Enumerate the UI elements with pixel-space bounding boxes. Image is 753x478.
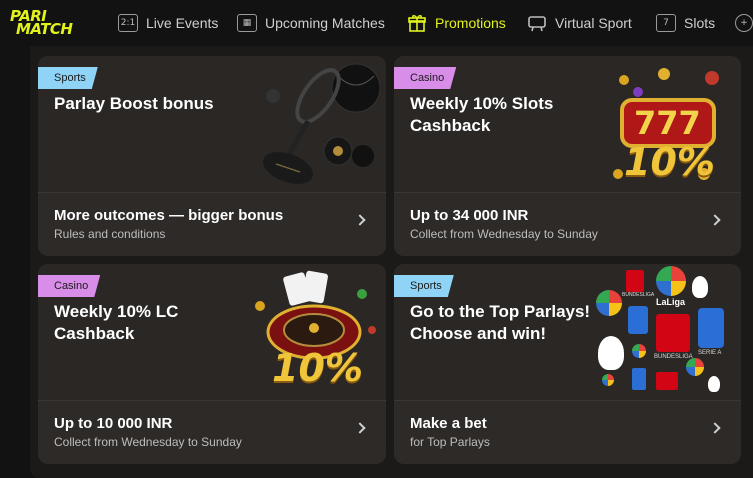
top-navigation: PARI MATCH 2:1 Live Events ▦ Upcoming Ma… <box>0 0 753 46</box>
cashback-10-percent-text: 10% <box>624 140 715 184</box>
laliga-logo-icon <box>632 344 646 358</box>
promo-footer-sub[interactable]: Collect from Wednesday to Sunday <box>54 435 242 449</box>
promo-card-lc-cashback[interactable]: Casino Weekly 10% LC Cashback 10% Up to … <box>38 264 386 464</box>
promo-tag: Casino <box>38 275 100 297</box>
promo-footer-main: Up to 34 000 INR <box>410 207 529 224</box>
promo-card-slots-cashback[interactable]: Casino Weekly 10% Slots Cashback 777 10%… <box>394 56 741 256</box>
nav-item-promotions[interactable]: Promotions <box>407 12 506 34</box>
league-label: BUNDESLIGA <box>622 292 655 298</box>
chevron-right-icon[interactable] <box>354 422 366 434</box>
nav-item-more[interactable]: + <box>735 12 753 34</box>
promo-footer-main: Up to 10 000 INR <box>54 415 173 432</box>
premier-league-logo-icon <box>692 276 708 298</box>
nav-item-label: Virtual Sport <box>555 15 632 31</box>
premier-league-logo-icon <box>598 336 624 370</box>
league-logos-illustration: BUNDESLIGA LaLiga BUNDESLIGA SERIE A <box>592 264 737 400</box>
promo-tag: Sports <box>394 275 454 297</box>
promo-footer-sub[interactable]: for Top Parlays <box>410 435 490 449</box>
card-divider <box>394 192 741 193</box>
premier-league-logo-icon <box>708 376 720 392</box>
promo-title: Go to the Top Parlays! Choose and win! <box>410 302 591 343</box>
slot-machine-illustration: 777 10% <box>604 64 734 192</box>
parimatch-logo[interactable]: PARI MATCH <box>10 9 94 39</box>
promo-footer-sub[interactable]: Collect from Wednesday to Sunday <box>410 227 598 241</box>
bundesliga-logo-icon <box>626 270 644 292</box>
league-label: BUNDESLIGA <box>654 354 693 360</box>
promo-footer-main: Make a bet <box>410 415 487 432</box>
promo-footer-sub[interactable]: Rules and conditions <box>54 227 165 241</box>
chevron-right-icon[interactable] <box>354 214 366 226</box>
bundesliga-logo-icon <box>656 372 678 390</box>
sidebar-gap <box>0 46 30 478</box>
promo-title: Weekly 10% Slots Cashback <box>410 94 554 135</box>
sports-balls-illustration <box>248 56 386 192</box>
bundesliga-logo-icon <box>656 314 690 352</box>
nav-item-label: Upcoming Matches <box>265 15 385 31</box>
serie-a-logo-icon <box>698 308 724 348</box>
promo-tag: Sports <box>38 67 98 89</box>
cashback-10-percent-text: 10% <box>272 346 363 390</box>
logo-text-line2: MATCH <box>16 20 73 38</box>
serie-a-logo-icon <box>628 306 648 334</box>
promo-tag: Casino <box>394 67 456 89</box>
gift-icon <box>407 14 427 32</box>
card-divider <box>394 400 741 401</box>
nav-item-slots[interactable]: 7 Slots <box>656 12 715 34</box>
nav-item-live-events[interactable]: 2:1 Live Events <box>118 12 218 34</box>
chevron-right-icon[interactable] <box>709 214 721 226</box>
nav-item-label: Live Events <box>146 15 219 31</box>
laliga-logo-icon <box>656 266 686 296</box>
league-label: SERIE A <box>698 350 722 356</box>
roulette-illustration: 10% <box>252 270 382 400</box>
laliga-logo-icon <box>596 290 622 316</box>
nav-item-virtual-sport[interactable]: Virtual Sport <box>527 12 632 34</box>
nav-item-upcoming-matches[interactable]: ▦ Upcoming Matches <box>237 12 385 34</box>
laliga-logo-icon <box>602 374 614 386</box>
promo-footer-main: More outcomes — bigger bonus <box>54 207 284 224</box>
calendar-icon: ▦ <box>237 14 257 32</box>
card-divider <box>38 192 386 193</box>
nav-item-label: Promotions <box>435 15 506 31</box>
slot-icon: 7 <box>656 14 676 32</box>
promo-card-parlay-boost[interactable]: Sports Parlay Boost bonus More outcomes … <box>38 56 386 256</box>
gamepad-icon <box>527 14 547 32</box>
promo-title: Parlay Boost bonus <box>54 94 214 113</box>
chevron-right-icon[interactable] <box>709 422 721 434</box>
league-label: LaLiga <box>656 297 686 307</box>
promo-card-top-parlays[interactable]: Sports Go to the Top Parlays! Choose and… <box>394 264 741 464</box>
promo-title: Weekly 10% LC Cashback <box>54 302 179 343</box>
laliga-logo-icon <box>686 358 704 376</box>
serie-a-logo-icon <box>632 368 646 390</box>
more-icon: + <box>735 14 753 32</box>
slot-777-text: 777 <box>634 104 701 142</box>
scoreboard-icon: 2:1 <box>118 14 138 32</box>
card-divider <box>38 400 386 401</box>
nav-item-label: Slots <box>684 15 716 31</box>
